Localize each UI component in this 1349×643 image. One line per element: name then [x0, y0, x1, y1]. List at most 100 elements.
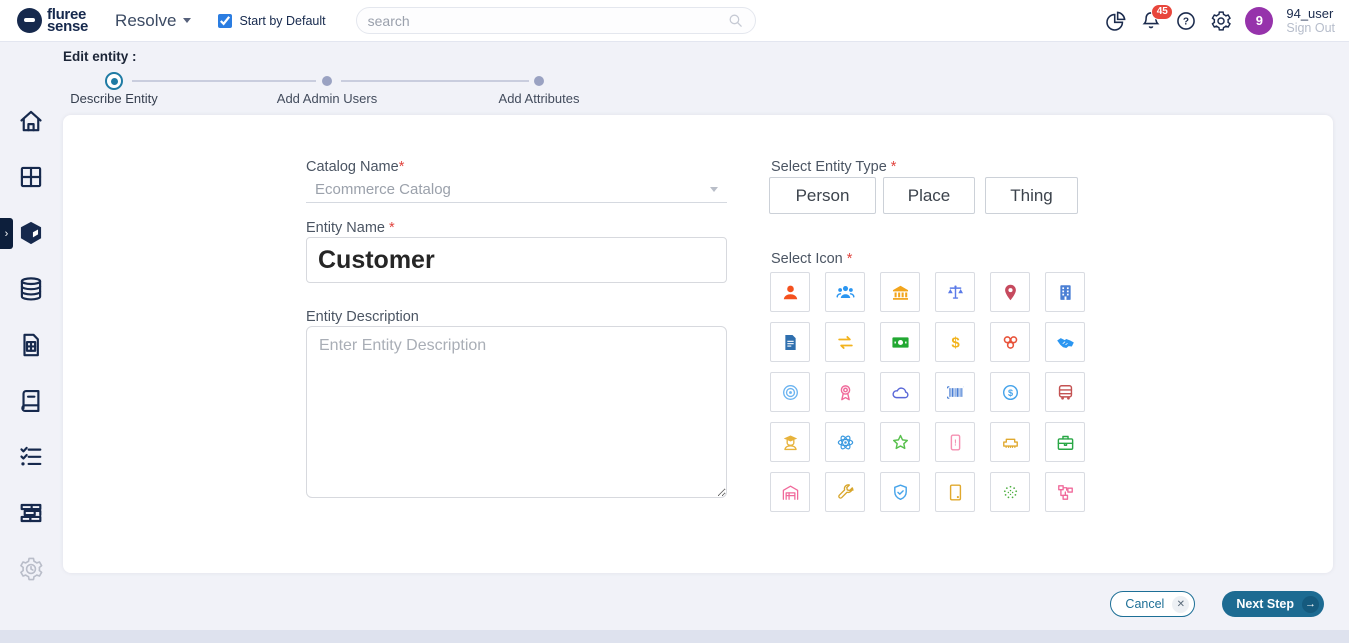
building-icon [1056, 283, 1075, 302]
icon-option-barcode[interactable] [935, 372, 975, 412]
gearclock-icon [18, 556, 44, 582]
icon-option-building[interactable] [1045, 272, 1085, 312]
icon-option-exchange[interactable] [825, 322, 865, 362]
entity-description-label: Entity Description [306, 309, 419, 325]
shield-check-icon [891, 483, 910, 502]
icon-option-handshake[interactable] [1045, 322, 1085, 362]
user-info: 94_user Sign Out [1286, 7, 1335, 35]
help-icon[interactable]: ? [1175, 10, 1197, 32]
icon-option-graduate[interactable] [770, 422, 810, 462]
barcode-icon [946, 383, 965, 402]
step-3-indicator[interactable] [534, 76, 544, 86]
spreadsheet-icon [18, 332, 44, 358]
resolve-dropdown[interactable]: Resolve [115, 11, 191, 31]
entity-description-textarea[interactable] [306, 326, 727, 498]
money-bill-icon [891, 333, 910, 352]
chevron-down-icon [183, 18, 191, 23]
step-1-indicator-active[interactable] [105, 72, 123, 90]
badge-dollar-icon: $ [1001, 383, 1020, 402]
cancel-button[interactable]: Cancel ✕ [1110, 591, 1195, 617]
icon-option-user[interactable] [770, 272, 810, 312]
search-input[interactable] [368, 13, 727, 29]
sidebar-item-grid[interactable] [0, 164, 62, 191]
sidebar-item-checklist[interactable] [0, 444, 62, 471]
sidebar-item-entities-cube[interactable]: › [0, 220, 62, 247]
coins-icon [1001, 333, 1020, 352]
network-port-icon [1001, 433, 1020, 452]
step-3-label: Add Attributes [499, 91, 580, 106]
icon-option-badge-dollar[interactable]: $ [990, 372, 1030, 412]
icon-option-tablet[interactable] [935, 472, 975, 512]
scales-icon [946, 283, 965, 302]
step-connector-line [132, 80, 316, 82]
icon-option-gear-dots[interactable] [990, 472, 1030, 512]
icon-option-atom[interactable] [825, 422, 865, 462]
icon-option-dollar[interactable]: $ [935, 322, 975, 362]
icon-option-coins[interactable] [990, 322, 1030, 362]
icon-picker-grid: $ $! [770, 272, 1085, 512]
icon-option-scales[interactable] [935, 272, 975, 312]
user-avatar[interactable]: 9 [1245, 7, 1273, 35]
user-icon [781, 283, 800, 302]
bus-icon [1056, 383, 1075, 402]
icon-option-bullseye[interactable] [770, 372, 810, 412]
describe-entity-form-card: Catalog Name* Ecommerce Catalog Entity N… [63, 115, 1333, 573]
analytics-pie-icon[interactable] [1105, 10, 1127, 32]
icon-option-network-port[interactable] [990, 422, 1030, 462]
entity-type-thing-button[interactable]: Thing [985, 177, 1078, 214]
cancel-label: Cancel [1125, 597, 1164, 611]
next-step-button[interactable]: Next Step → [1222, 591, 1324, 617]
graduate-icon [781, 433, 800, 452]
home-icon [18, 108, 44, 134]
sidebar-item-home[interactable] [0, 108, 62, 135]
icon-option-bus[interactable] [1045, 372, 1085, 412]
step-2-label: Add Admin Users [277, 91, 377, 106]
icon-option-sitemap[interactable] [1045, 472, 1085, 512]
step-1-label: Describe Entity [70, 91, 157, 106]
catalog-name-select[interactable]: Ecommerce Catalog [306, 176, 727, 203]
step-2-indicator[interactable] [322, 76, 332, 86]
next-step-label: Next Step [1236, 597, 1294, 611]
icon-option-briefcase[interactable] [1045, 422, 1085, 462]
icon-option-bank[interactable] [880, 272, 920, 312]
svg-text:!: ! [954, 438, 957, 447]
catalog-name-label: Catalog Name* [306, 159, 404, 175]
step-connector-line [341, 80, 529, 82]
sidebar-item-spreadsheet-file[interactable] [0, 332, 62, 359]
icon-option-money-bill[interactable] [880, 322, 920, 362]
entity-type-place-button[interactable]: Place [883, 177, 975, 214]
icon-option-file[interactable] [770, 322, 810, 362]
book-icon [18, 388, 44, 414]
icon-option-map-pin[interactable] [990, 272, 1030, 312]
settings-gear-icon[interactable] [1210, 10, 1232, 32]
icon-option-award[interactable] [825, 372, 865, 412]
start-by-default-label: Start by Default [239, 14, 325, 28]
sidebar-item-book[interactable] [0, 388, 62, 415]
icon-option-cloud[interactable] [880, 372, 920, 412]
bottom-scroll-strip [0, 630, 1349, 643]
left-sidebar: › [0, 42, 62, 643]
sidebar-item-settings-clock[interactable] [0, 556, 62, 583]
icon-option-shield-check[interactable] [880, 472, 920, 512]
exchange-icon [836, 333, 855, 352]
cube-icon [18, 220, 44, 246]
start-by-default-checkbox[interactable] [218, 14, 232, 28]
sidebar-item-stack[interactable] [0, 500, 62, 527]
arrow-right-icon: → [1302, 596, 1319, 613]
svg-text:$: $ [951, 334, 960, 351]
fluree-sense-logo[interactable]: fluree sense [17, 8, 88, 33]
icon-option-warehouse[interactable] [770, 472, 810, 512]
icon-option-star[interactable] [880, 422, 920, 462]
entity-type-person-button[interactable]: Person [769, 177, 876, 214]
icon-option-users[interactable] [825, 272, 865, 312]
entity-name-input[interactable] [306, 237, 727, 283]
sidebar-item-database[interactable] [0, 276, 62, 303]
select-entity-type-label: Select Entity Type* [771, 159, 896, 175]
gear-dots-icon [1001, 483, 1020, 502]
sign-out-link[interactable]: Sign Out [1286, 21, 1335, 35]
grid-icon [18, 164, 44, 190]
icon-option-wrench[interactable] [825, 472, 865, 512]
notifications-bell-icon[interactable]: 45 [1140, 10, 1162, 32]
icon-option-mobile-alert[interactable]: ! [935, 422, 975, 462]
wrench-icon [836, 483, 855, 502]
